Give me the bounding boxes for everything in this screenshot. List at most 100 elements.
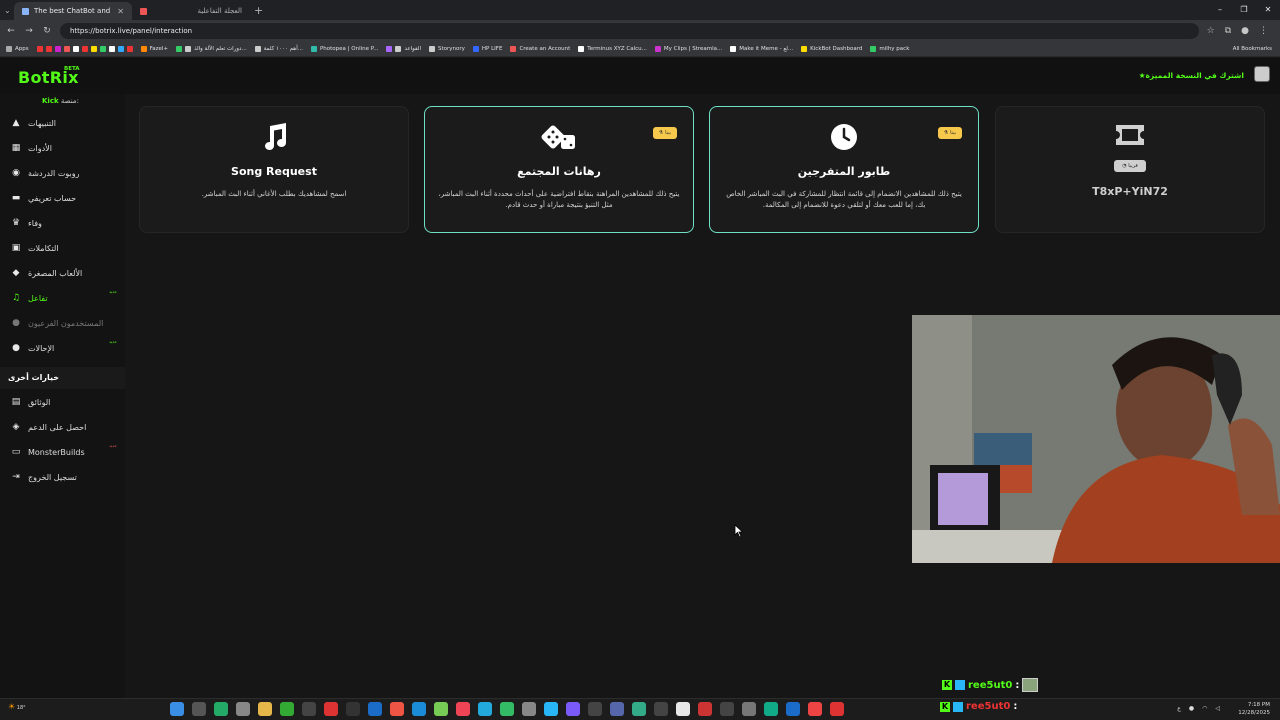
file-explorer-icon[interactable] bbox=[258, 702, 272, 716]
app-icon[interactable] bbox=[786, 702, 800, 716]
volume-icon[interactable]: ◁ bbox=[1215, 705, 1220, 712]
back-icon[interactable]: ← bbox=[6, 26, 16, 36]
app-icon[interactable] bbox=[390, 702, 404, 716]
bookmark-item[interactable]: Terminus XYZ Calcu... bbox=[578, 46, 647, 52]
app-icon[interactable] bbox=[588, 702, 602, 716]
bookmark-item[interactable]: Make it Meme - لع... bbox=[730, 46, 793, 52]
chrome-icon[interactable] bbox=[676, 702, 690, 716]
sidebar-item-loyalty[interactable]: ♛ وفاء bbox=[0, 212, 125, 234]
sidebar-item-subusers[interactable]: ● المستخدمون الفرعيون bbox=[0, 312, 125, 334]
bookmark-item[interactable]: KickBot Dashboard bbox=[801, 46, 862, 52]
app-icon[interactable] bbox=[742, 702, 756, 716]
sidebar-item-minigames[interactable]: ◆ الألعاب المصغرة bbox=[0, 262, 125, 284]
profile-icon[interactable]: ● bbox=[1241, 26, 1249, 36]
telegram-icon[interactable] bbox=[544, 702, 558, 716]
app-icon[interactable] bbox=[500, 702, 514, 716]
all-bookmarks-button[interactable]: All Bookmarks bbox=[1233, 42, 1272, 56]
tab-search-icon[interactable]: ⌄ bbox=[4, 6, 14, 15]
app-icon[interactable] bbox=[434, 702, 448, 716]
app-icon[interactable] bbox=[566, 702, 580, 716]
referrals-icon: ● bbox=[12, 343, 20, 353]
card-title: T8xP+YiN72 bbox=[1092, 185, 1168, 198]
forward-icon[interactable]: → bbox=[24, 26, 34, 36]
tab-interactive-wheel[interactable]: العجلة التفاعلية bbox=[132, 2, 250, 20]
app-icon[interactable] bbox=[698, 702, 712, 716]
sidebar-item-integrations[interactable]: ▣ التكاملات bbox=[0, 237, 125, 259]
sidebar-item-tools[interactable]: ▦ الأدوات bbox=[0, 137, 125, 159]
taskbar-apps bbox=[170, 702, 844, 716]
new-tab-icon[interactable]: + bbox=[254, 4, 263, 17]
bookmark-item[interactable]: milhy pack bbox=[870, 46, 909, 52]
sidebar-item-alerts[interactable]: ▲ التنبيهات bbox=[0, 112, 125, 134]
grid-icon: ▦ bbox=[11, 143, 21, 153]
extensions-icon[interactable]: ⧉ bbox=[1225, 26, 1231, 36]
system-tray: ع ● ◠ ◁ bbox=[1177, 705, 1220, 712]
weather-widget[interactable]: ☀ 18° bbox=[8, 702, 26, 711]
sidebar-item-referrals[interactable]: ● الإحالات جديد bbox=[0, 337, 125, 359]
card-song-request[interactable]: Song Request اسمح لمشاهديك بطلب الأغاني … bbox=[139, 106, 409, 233]
avatar[interactable] bbox=[1254, 66, 1270, 82]
sidebar-item-profile[interactable]: ▬ حساب تعريفي bbox=[0, 187, 125, 209]
close-window-icon[interactable]: ✕ bbox=[1256, 0, 1280, 20]
app-icon[interactable] bbox=[632, 702, 646, 716]
sidebar-item-support[interactable]: ◈ احصل على الدعم bbox=[0, 416, 125, 438]
bookmark-star-icon[interactable]: ☆ bbox=[1207, 26, 1215, 36]
maximize-icon[interactable]: ❐ bbox=[1232, 0, 1256, 20]
bookmark-item[interactable]: Storynory bbox=[429, 46, 465, 52]
tab-close-icon[interactable]: ✕ bbox=[117, 7, 124, 16]
start-icon[interactable] bbox=[170, 702, 184, 716]
menu-icon[interactable]: ⋮ bbox=[1259, 26, 1268, 36]
app-icon[interactable] bbox=[412, 702, 426, 716]
url-text: https://botrix.live/panel/interaction bbox=[70, 27, 193, 35]
browser-tabbar: ⌄ The best ChatBot and Widgets ✕ العجلة … bbox=[0, 0, 1280, 20]
search-icon[interactable] bbox=[192, 702, 206, 716]
card-community-bets[interactable]: ⚗ بيتا رهانات المجتمع يتيح ذلك للمشاهدين … bbox=[424, 106, 694, 233]
app-icon[interactable] bbox=[720, 702, 734, 716]
music-icon: ♫ bbox=[11, 293, 21, 303]
bookmark-item[interactable]: أهم ١٠٠٠ كلمة... bbox=[254, 46, 303, 52]
bookmark-apps[interactable]: Apps bbox=[6, 46, 29, 52]
bookmark-item[interactable]: دورات تعلم الآلة والذ... bbox=[176, 46, 247, 52]
sidebar-item-chatbot[interactable]: ◉ روبوت الدردشة bbox=[0, 162, 125, 184]
minimize-icon[interactable]: – bbox=[1208, 0, 1232, 20]
card-viewer-queue[interactable]: ⚗ بيتا طابور المتفرجين يتيح ذلك للمشاهدين… bbox=[709, 106, 979, 233]
reload-icon[interactable]: ↻ bbox=[42, 26, 52, 36]
app-icon[interactable] bbox=[346, 702, 360, 716]
app-icon[interactable] bbox=[478, 702, 492, 716]
app-icon[interactable] bbox=[610, 702, 624, 716]
app-icon[interactable] bbox=[302, 702, 316, 716]
app-icon[interactable] bbox=[522, 702, 536, 716]
app-icon[interactable] bbox=[324, 702, 338, 716]
mic-icon[interactable]: ● bbox=[1189, 705, 1194, 712]
webcam-overlay bbox=[912, 315, 1280, 563]
app-icon[interactable] bbox=[830, 702, 844, 716]
bookmark-item[interactable]: Photopea | Online P... bbox=[310, 46, 378, 52]
app-icon[interactable] bbox=[654, 702, 668, 716]
xbox-icon[interactable] bbox=[280, 702, 294, 716]
app-icon[interactable] bbox=[456, 702, 470, 716]
edge-icon[interactable] bbox=[764, 702, 778, 716]
brave-icon[interactable] bbox=[808, 702, 822, 716]
tab-botrix[interactable]: The best ChatBot and Widgets ✕ bbox=[14, 2, 132, 20]
wifi-icon[interactable]: ◠ bbox=[1202, 705, 1207, 712]
url-input[interactable]: https://botrix.live/panel/interaction bbox=[60, 23, 1199, 39]
sidebar-item-docs[interactable]: ▤ الوثائق bbox=[0, 391, 125, 413]
card-coming-soon[interactable]: ◔ قريبا T8xP+YiN72 bbox=[995, 106, 1265, 233]
copilot-icon[interactable] bbox=[214, 702, 228, 716]
bookmark-item[interactable]: HP LIFE bbox=[472, 46, 502, 52]
users-icon: ● bbox=[12, 318, 20, 328]
bookmark-item[interactable]: My Clips | Streamla... bbox=[654, 46, 722, 52]
bookmark-item[interactable]: Fazel+ bbox=[140, 46, 168, 52]
app-icon[interactable] bbox=[368, 702, 382, 716]
premium-link[interactable]: ★اشترك في النسخة المميزة bbox=[1139, 71, 1244, 80]
clock[interactable]: 7:18 PM 12/28/2025 bbox=[1238, 701, 1270, 717]
sidebar-item-logout[interactable]: ⇥ تسجيل الخروج bbox=[0, 466, 125, 488]
trophy-icon: ♛ bbox=[11, 218, 21, 228]
task-view-icon[interactable] bbox=[236, 702, 250, 716]
sidebar-item-interaction[interactable]: ♫ تفاعل جديد bbox=[0, 287, 125, 309]
lang-indicator[interactable]: ع bbox=[1177, 705, 1181, 712]
bookmark-item[interactable]: القواعد bbox=[386, 46, 421, 52]
bookmark-item[interactable]: Create an Account bbox=[510, 46, 570, 52]
sidebar-item-monsterbuilds[interactable]: ▭ MonsterBuilds جديد bbox=[0, 441, 125, 463]
bookmark-icons[interactable] bbox=[36, 46, 133, 52]
